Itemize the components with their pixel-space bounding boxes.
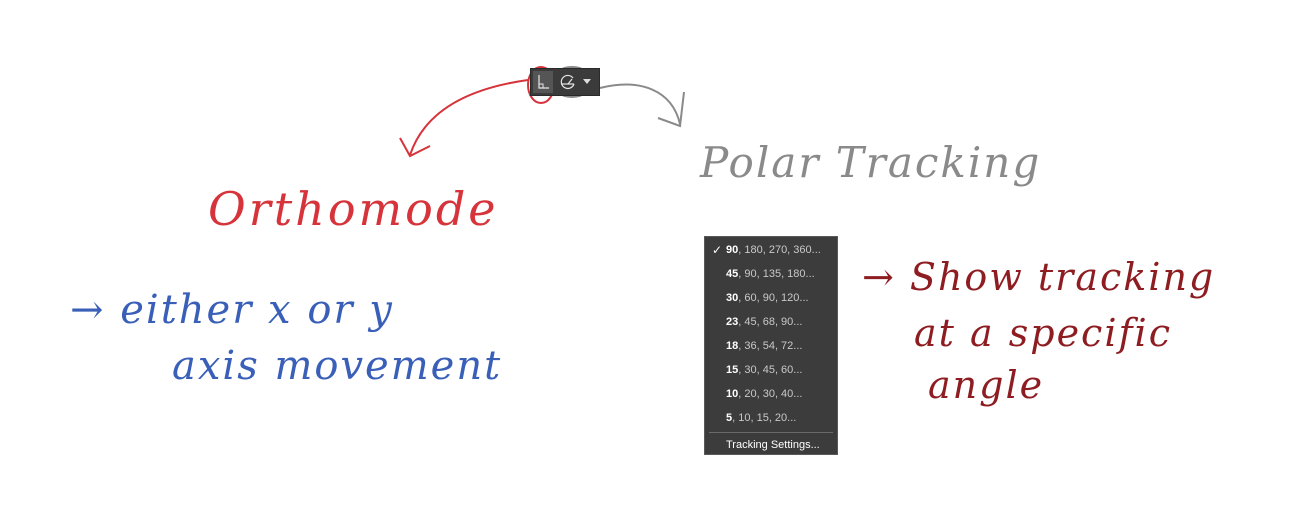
menu-item[interactable]: 23, 45, 68, 90...	[705, 311, 837, 333]
angle-sequence: , 20, 30, 40...	[738, 388, 803, 400]
ortho-note-line1: → either x or y	[70, 287, 394, 333]
menu-item[interactable]: 15, 30, 45, 60...	[705, 359, 837, 381]
polar-note-line2: at a specific	[914, 311, 1172, 355]
angle-increment: 15	[726, 364, 739, 376]
angle-sequence: , 36, 54, 72...	[738, 340, 803, 352]
ortho-mode-button[interactable]	[533, 71, 553, 93]
chevron-down-icon[interactable]	[583, 79, 591, 84]
angle-sequence: , 45, 68, 90...	[738, 316, 803, 328]
angle-sequence: , 30, 45, 60...	[738, 364, 803, 376]
status-toolbar	[530, 68, 600, 96]
polar-note-line3: angle	[928, 363, 1045, 407]
angle-sequence: , 60, 90, 120...	[738, 292, 809, 304]
orthomode-label: Orthomode	[208, 182, 499, 236]
ortho-icon	[538, 75, 549, 89]
menu-item[interactable]: ✓ 90, 180, 270, 360...	[705, 239, 837, 261]
angle-sequence: , 90, 135, 180...	[738, 268, 815, 280]
ortho-note-line2: axis movement	[172, 343, 503, 389]
angle-increment: 23	[726, 316, 739, 328]
angle-increment: 45	[726, 268, 739, 280]
menu-item[interactable]: 5, 10, 15, 20...	[705, 407, 837, 429]
angle-increment: 90	[726, 244, 739, 256]
menu-item[interactable]: 30, 60, 90, 120...	[705, 287, 837, 309]
polar-icon	[560, 74, 575, 90]
angle-increment: 18	[726, 340, 739, 352]
angle-increment: 30	[726, 292, 739, 304]
menu-item[interactable]: 10, 20, 30, 40...	[705, 383, 837, 405]
angle-sequence: , 10, 15, 20...	[732, 412, 797, 424]
polar-angle-menu: ✓ 90, 180, 270, 360... 45, 90, 135, 180.…	[704, 236, 838, 455]
polar-tracking-button[interactable]	[557, 71, 579, 93]
checkmark-icon: ✓	[712, 243, 723, 257]
polar-arrow-head	[657, 91, 685, 128]
polar-note-line1: → Show tracking	[862, 255, 1216, 299]
menu-item[interactable]: 18, 36, 54, 72...	[705, 335, 837, 357]
tracking-settings-menu-item[interactable]: Tracking Settings...	[726, 436, 820, 454]
polar-tracking-label: Polar Tracking	[700, 138, 1042, 187]
ortho-arrow-head	[399, 137, 431, 158]
angle-increment: 10	[726, 388, 739, 400]
menu-divider	[709, 432, 833, 433]
polar-arrow	[599, 83, 681, 125]
ortho-arrow	[409, 79, 529, 156]
menu-item[interactable]: 45, 90, 135, 180...	[705, 263, 837, 285]
angle-sequence: , 180, 270, 360...	[738, 244, 821, 256]
